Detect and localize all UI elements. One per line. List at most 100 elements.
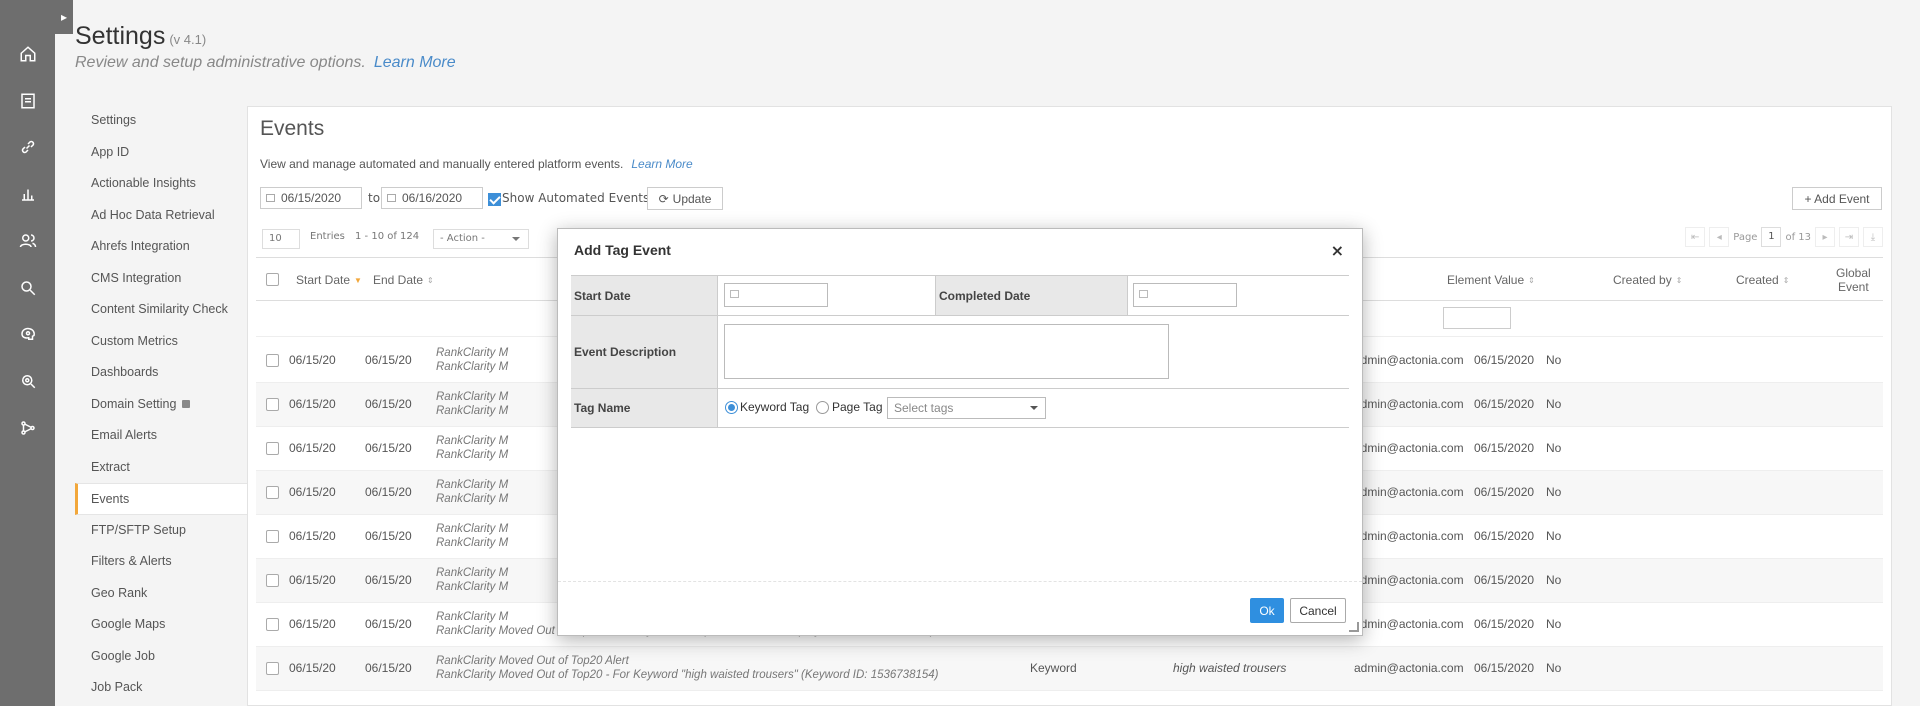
row-created-by: admin@actonia.com bbox=[1354, 353, 1464, 367]
row-created: 06/15/2020 bbox=[1474, 485, 1535, 499]
row-description-title: RankClarity Moved Out of Top20 Alert bbox=[436, 655, 629, 667]
tag-name-label: Tag Name bbox=[571, 389, 718, 427]
select-tags-dropdown[interactable]: Select tags bbox=[887, 397, 1046, 419]
tag-name-row: Tag Name Keyword Tag Page Tag Select tag… bbox=[571, 389, 1349, 428]
calendar-icon bbox=[730, 290, 739, 298]
ok-button[interactable]: Ok bbox=[1250, 598, 1284, 623]
expand-rail-toggle[interactable]: ▸ bbox=[55, 0, 73, 34]
nav-item-custom-metrics[interactable]: Custom Metrics bbox=[75, 326, 247, 358]
row-description-detail: RankClarity Moved Out of Top20 - For Key… bbox=[436, 669, 939, 681]
show-automated-checkbox[interactable] bbox=[488, 193, 501, 206]
link-icon[interactable] bbox=[16, 135, 40, 159]
completed-date-input[interactable] bbox=[1133, 283, 1237, 307]
row-checkbox[interactable] bbox=[266, 398, 279, 411]
page-tag-radio[interactable] bbox=[816, 401, 829, 414]
dates-row: Start Date Completed Date bbox=[571, 276, 1349, 316]
row-description-title: RankClarity M bbox=[436, 347, 509, 359]
row-description-title: RankClarity M bbox=[436, 523, 509, 535]
row-checkbox[interactable] bbox=[266, 662, 279, 675]
row-checkbox[interactable] bbox=[266, 530, 279, 543]
nav-item-ad-hoc-data-retrieval[interactable]: Ad Hoc Data Retrieval bbox=[75, 200, 247, 232]
nav-item-settings[interactable]: Settings bbox=[75, 105, 247, 137]
show-automated-label: Show Automated Events bbox=[502, 191, 650, 205]
nav-item-ahrefs-integration[interactable]: Ahrefs Integration bbox=[75, 231, 247, 263]
start-date-input[interactable] bbox=[724, 283, 828, 307]
add-event-button[interactable]: + Add Event bbox=[1792, 187, 1882, 210]
nav-item-google-job[interactable]: Google Job bbox=[75, 641, 247, 673]
nav-item-job-pack[interactable]: Job Pack bbox=[75, 672, 247, 704]
event-description-label: Event Description bbox=[571, 316, 718, 388]
nav-item-app-id[interactable]: App ID bbox=[75, 137, 247, 169]
resize-handle[interactable] bbox=[1349, 622, 1359, 632]
cancel-button[interactable]: Cancel bbox=[1290, 598, 1346, 623]
nav-item-geo-rank[interactable]: Geo Rank bbox=[75, 578, 247, 610]
events-learn-more-link[interactable]: Learn More bbox=[631, 157, 692, 171]
row-checkbox[interactable] bbox=[266, 442, 279, 455]
row-description-title: RankClarity M bbox=[436, 567, 509, 579]
table-row[interactable]: 06/15/20 06/15/20 RankClarity Moved Out of… bbox=[256, 647, 1883, 691]
row-checkbox[interactable] bbox=[266, 618, 279, 631]
nav-item-actionable-insights[interactable]: Actionable Insights bbox=[75, 168, 247, 200]
first-page-icon[interactable]: ⇤ bbox=[1685, 227, 1706, 247]
row-checkbox[interactable] bbox=[266, 574, 279, 587]
page-of-label: of 13 bbox=[1785, 231, 1811, 243]
nav-item-dashboards[interactable]: Dashboards bbox=[75, 357, 247, 389]
header-created[interactable]: Created ⇕ bbox=[1736, 258, 1789, 302]
search-icon[interactable] bbox=[16, 276, 40, 300]
header-element-value[interactable]: Element Value ⇕ bbox=[1447, 258, 1535, 302]
row-start-date: 06/15/20 bbox=[289, 573, 336, 587]
row-created-by: admin@actonia.com bbox=[1354, 573, 1464, 587]
learn-more-link[interactable]: Learn More bbox=[374, 54, 456, 71]
search-settings-icon[interactable] bbox=[16, 369, 40, 393]
home-icon[interactable] bbox=[16, 42, 40, 66]
row-created: 06/15/2020 bbox=[1474, 529, 1535, 543]
row-global-event: No bbox=[1546, 661, 1562, 675]
per-page-select[interactable]: 10 bbox=[262, 229, 300, 249]
nav-item-events[interactable]: Events bbox=[75, 483, 247, 515]
header-global-event[interactable]: Global Event bbox=[1836, 258, 1871, 302]
lock-icon bbox=[182, 400, 191, 409]
nav-item-cms-integration[interactable]: CMS Integration bbox=[75, 263, 247, 295]
download-icon[interactable]: ⤓ bbox=[1863, 227, 1883, 247]
row-created: 06/15/2020 bbox=[1474, 661, 1535, 675]
nav-item-content-similarity-check[interactable]: Content Similarity Check bbox=[75, 294, 247, 326]
action-select[interactable]: - Action - bbox=[433, 229, 529, 249]
report-icon[interactable] bbox=[16, 89, 40, 113]
nav-item-google-maps[interactable]: Google Maps bbox=[75, 609, 247, 641]
end-date-filter[interactable]: 06/16/2020 bbox=[381, 187, 483, 209]
element-value-filter-input[interactable] bbox=[1443, 307, 1511, 329]
header-created-by[interactable]: Created by ⇕ bbox=[1613, 258, 1682, 302]
next-page-icon[interactable]: ▸ bbox=[1815, 227, 1835, 247]
prev-page-icon[interactable]: ◂ bbox=[1709, 227, 1730, 247]
close-icon[interactable]: × bbox=[1331, 241, 1344, 260]
nav-item-extract[interactable]: Extract bbox=[75, 452, 247, 484]
keyword-tag-radio[interactable] bbox=[725, 401, 738, 414]
users-icon[interactable] bbox=[16, 229, 40, 253]
chart-icon[interactable] bbox=[16, 182, 40, 206]
update-button[interactable]: ⟳ Update bbox=[647, 187, 723, 210]
select-all-checkbox[interactable] bbox=[266, 273, 279, 286]
row-start-date: 06/15/20 bbox=[289, 485, 336, 499]
calendar-icon bbox=[387, 194, 396, 202]
dialog-form: Start Date Completed Date Event Descript… bbox=[571, 275, 1349, 428]
header-start-date[interactable]: Start Date ▼ bbox=[296, 258, 362, 302]
description-row: Event Description bbox=[571, 316, 1349, 389]
row-description-title: RankClarity M bbox=[436, 391, 509, 403]
row-end-date: 06/15/20 bbox=[365, 485, 412, 499]
nav-item-filters-alerts[interactable]: Filters & Alerts bbox=[75, 546, 247, 578]
brain-icon[interactable] bbox=[16, 322, 40, 346]
start-date-filter[interactable]: 06/15/2020 bbox=[260, 187, 362, 209]
nav-item-ftp-sftp-setup[interactable]: FTP/SFTP Setup bbox=[75, 515, 247, 547]
row-checkbox[interactable] bbox=[266, 354, 279, 367]
sort-icon: ⇕ bbox=[1782, 275, 1790, 285]
event-description-textarea[interactable] bbox=[724, 324, 1169, 379]
page-input[interactable]: 1 bbox=[1761, 227, 1782, 247]
nav-item-domain-setting[interactable]: Domain Setting bbox=[75, 389, 247, 421]
row-end-date: 06/15/20 bbox=[365, 441, 412, 455]
row-checkbox[interactable] bbox=[266, 486, 279, 499]
header-end-date[interactable]: End Date ⇕ bbox=[373, 258, 434, 302]
network-icon[interactable] bbox=[16, 416, 40, 440]
row-description-detail: RankClarity M bbox=[436, 581, 509, 593]
nav-item-email-alerts[interactable]: Email Alerts bbox=[75, 420, 247, 452]
last-page-icon[interactable]: ⇥ bbox=[1839, 227, 1859, 247]
